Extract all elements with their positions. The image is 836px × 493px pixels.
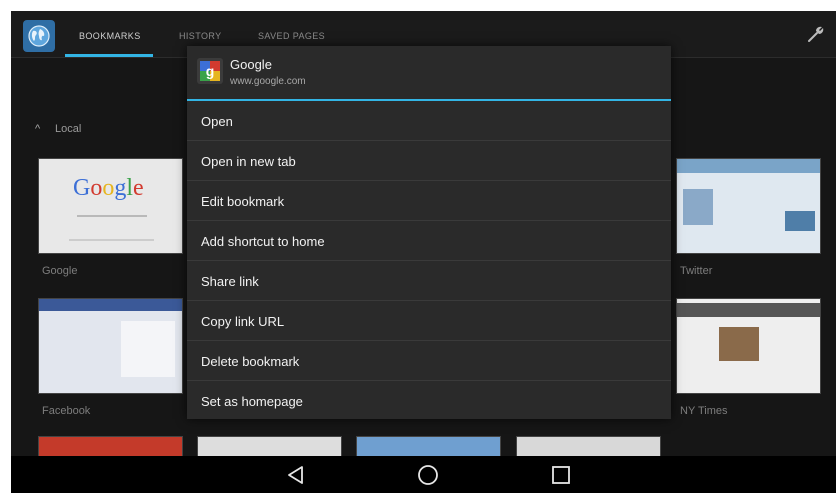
thumb-header-shape bbox=[39, 299, 182, 311]
footer-links-shape bbox=[69, 239, 154, 241]
menu-item-share-link[interactable]: Share link bbox=[187, 261, 671, 301]
context-menu-header: g Google www.google.com bbox=[187, 46, 671, 99]
menu-item-set-as-homepage[interactable]: Set as homepage bbox=[187, 381, 671, 421]
bookmark-thumbnail-facebook[interactable] bbox=[38, 298, 183, 394]
chevron-up-icon: ^ bbox=[35, 123, 41, 135]
tab-bookmarks[interactable]: BOOKMARKS bbox=[79, 31, 141, 41]
google-logo-text: Google bbox=[73, 175, 144, 201]
wrench-icon[interactable] bbox=[807, 25, 825, 43]
menu-item-label: Share link bbox=[201, 274, 259, 289]
thumb-block-shape bbox=[683, 189, 713, 225]
context-menu-items: Open Open in new tab Edit bookmark Add s… bbox=[187, 101, 671, 421]
menu-item-label: Edit bookmark bbox=[201, 194, 285, 209]
menu-item-delete-bookmark[interactable]: Delete bookmark bbox=[187, 341, 671, 381]
local-section-header[interactable]: ^ Local bbox=[35, 123, 81, 135]
menu-item-label: Copy link URL bbox=[201, 314, 285, 329]
tab-saved-pages[interactable]: SAVED PAGES bbox=[258, 31, 325, 41]
bookmark-context-menu: g Google www.google.com Open Open in new… bbox=[187, 46, 671, 419]
thumb-photo-shape bbox=[719, 327, 759, 361]
thumb-block-shape bbox=[785, 211, 815, 231]
menu-item-label: Open in new tab bbox=[201, 154, 296, 169]
bookmark-thumbnail-nytimes[interactable] bbox=[676, 298, 821, 394]
home-icon[interactable] bbox=[417, 464, 439, 486]
bookmark-caption-nytimes: NY Times bbox=[680, 405, 728, 417]
bookmark-thumbnail-google[interactable]: Google bbox=[38, 158, 183, 254]
context-menu-url: www.google.com bbox=[230, 76, 306, 87]
globe-icon[interactable] bbox=[23, 20, 55, 52]
system-navigation-bar bbox=[11, 456, 836, 493]
browser-screen: BOOKMARKS HISTORY SAVED PAGES ^ Local Goo… bbox=[11, 11, 836, 493]
menu-item-label: Set as homepage bbox=[201, 394, 303, 409]
menu-item-add-shortcut[interactable]: Add shortcut to home bbox=[187, 221, 671, 261]
svg-text:g: g bbox=[206, 63, 215, 79]
back-icon[interactable] bbox=[285, 464, 307, 486]
bookmark-caption-facebook: Facebook bbox=[42, 405, 91, 417]
bookmark-caption-twitter: Twitter bbox=[680, 265, 713, 277]
google-favicon-icon: g bbox=[197, 58, 223, 84]
thumb-header-shape bbox=[677, 159, 820, 173]
local-section-label: Local bbox=[55, 123, 82, 135]
menu-item-edit-bookmark[interactable]: Edit bookmark bbox=[187, 181, 671, 221]
recents-icon[interactable] bbox=[550, 464, 572, 486]
menu-item-open-in-new-tab[interactable]: Open in new tab bbox=[187, 141, 671, 181]
menu-item-label: Delete bookmark bbox=[201, 354, 300, 369]
menu-item-label: Add shortcut to home bbox=[201, 234, 325, 249]
thumb-header-shape bbox=[677, 303, 820, 317]
menu-item-open[interactable]: Open bbox=[187, 101, 671, 141]
tab-history[interactable]: HISTORY bbox=[179, 31, 221, 41]
search-box-shape bbox=[77, 215, 147, 217]
menu-item-copy-link-url[interactable]: Copy link URL bbox=[187, 301, 671, 341]
bookmark-thumbnail-twitter[interactable] bbox=[676, 158, 821, 254]
context-menu-title: Google bbox=[230, 57, 272, 72]
thumb-block-shape bbox=[121, 321, 175, 377]
bookmark-caption-google: Google bbox=[42, 265, 78, 277]
menu-item-label: Open bbox=[201, 114, 233, 129]
